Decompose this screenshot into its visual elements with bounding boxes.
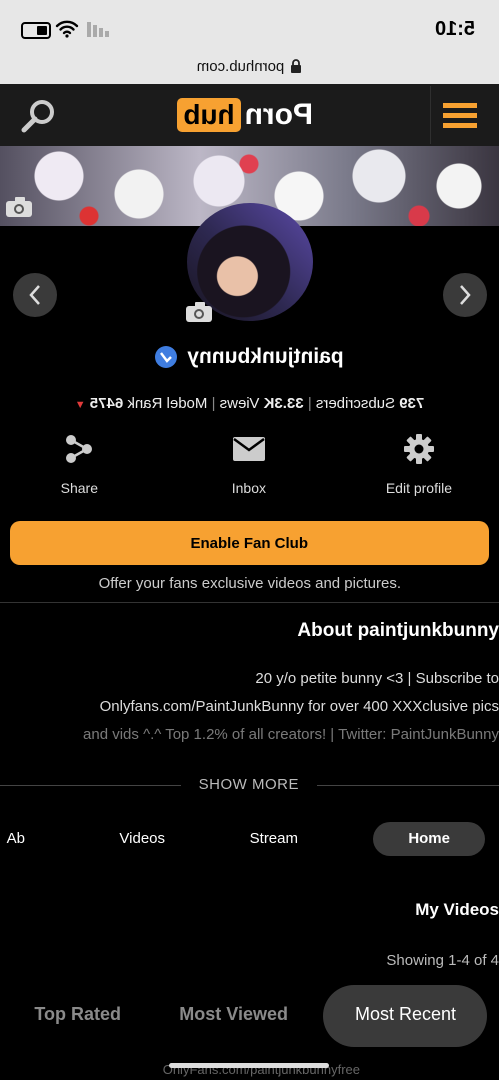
tab-about-label: Ab (6, 830, 25, 847)
menu-button[interactable] (430, 86, 489, 144)
model-rank: 6475 (89, 395, 124, 412)
about-line: 20 y/o petite bunny <3 | Subscribe to (13, 670, 499, 687)
about-line-text: Onlyfans.com/PaintJunkBunny for over 400… (99, 698, 499, 715)
inbox-button[interactable]: Inbox (189, 430, 309, 496)
home-indicator (169, 1063, 329, 1068)
rank-label: Model Rank (127, 395, 208, 412)
camera-icon[interactable] (5, 196, 33, 218)
section-divider (0, 602, 499, 603)
views-label: Views (219, 395, 260, 412)
about-line: Onlyfans.com/PaintJunkBunny for over 400… (13, 698, 499, 715)
tab-videos[interactable]: Videos (107, 830, 177, 847)
edit-profile-button[interactable]: Edit profile (359, 430, 479, 496)
sort-top-rated-label: Top Rated (34, 1004, 122, 1024)
fan-club-caption-text: Offer your fans exclusive videos and pic… (98, 575, 401, 592)
tab-home-label-wrap: Home (373, 830, 485, 847)
show-more-divider (317, 785, 499, 786)
my-videos-heading-text: My Videos (415, 900, 499, 919)
signal-icon (87, 22, 109, 37)
chevron-right-icon (29, 285, 40, 305)
envelope-icon (233, 437, 265, 461)
sort-most-viewed-label: Most Viewed (179, 1004, 289, 1024)
tab-stream[interactable]: Stream (239, 830, 309, 847)
rank-down-icon: ▼ (74, 399, 86, 411)
username: paintjunkbunny (187, 345, 344, 368)
next-profile-button[interactable] (13, 273, 57, 317)
sort-most-recent-label: Most Recent (354, 1004, 456, 1024)
my-videos-heading: My Videos (13, 900, 499, 920)
logo-text-left: Porn (244, 98, 313, 131)
sort-top-rated[interactable]: Top Rated (23, 1004, 133, 1025)
subscribers-count: 739 (399, 395, 425, 412)
videos-count-text: Showing 1-4 of 4 (386, 952, 499, 969)
tab-stream-label: Stream (249, 830, 299, 847)
sort-most-recent-label-wrap: Most Recent (323, 1004, 487, 1025)
hamburger-icon (443, 102, 477, 128)
site-header: Porn hub (0, 84, 499, 147)
profile-stats: 739 Subscribers | 33.3K Views | Model Ra… (0, 395, 499, 412)
show-more-label: SHOW MORE (198, 776, 300, 793)
stats-divider: | (207, 395, 216, 412)
sort-most-viewed[interactable]: Most Viewed (169, 1004, 299, 1025)
url-text: pornhub.com (196, 57, 285, 75)
show-more-button[interactable]: SHOW MORE (181, 776, 317, 793)
verified-icon (155, 346, 178, 368)
gear-icon (404, 434, 434, 464)
stats-divider: | (303, 395, 312, 412)
status-bar: 5:10 (0, 0, 499, 48)
search-icon[interactable] (21, 98, 57, 134)
address-bar[interactable]: pornhub.com (0, 48, 499, 84)
about-line-text: 20 y/o petite bunny <3 | Subscribe to (255, 670, 499, 687)
tab-videos-label: Videos (119, 830, 165, 847)
avatar-camera-icon[interactable] (185, 301, 213, 323)
fan-club-caption: Offer your fans exclusive videos and pic… (0, 575, 499, 592)
enable-fan-club-label: Enable Fan Club (190, 534, 309, 552)
profile-name-row: paintjunkbunny (0, 345, 499, 369)
inbox-label: Inbox (231, 480, 267, 496)
share-button[interactable]: Share (19, 430, 139, 496)
previous-profile-button[interactable] (443, 273, 487, 317)
about-line-text: and vids ^.^ Top 1.2% of all creators! |… (83, 726, 499, 743)
share-label: Share (60, 480, 98, 496)
views-count: 33.3K (263, 395, 304, 412)
subscribers-label: Subscribers (315, 395, 396, 412)
battery-icon (21, 22, 51, 39)
wifi-icon (55, 20, 79, 38)
tab-about[interactable]: Ab (0, 830, 25, 847)
lock-icon (291, 59, 302, 73)
tab-home-label: Home (408, 830, 450, 847)
chevron-left-icon (460, 285, 471, 305)
about-heading-text: About paintjunkbunny (297, 620, 499, 641)
show-more-divider (0, 785, 181, 786)
videos-count: Showing 1-4 of 4 (13, 952, 499, 969)
share-icon (66, 435, 92, 463)
about-line: and vids ^.^ Top 1.2% of all creators! |… (13, 726, 499, 743)
edit-profile-label: Edit profile (385, 480, 453, 496)
status-time: 5:10 (434, 18, 475, 40)
enable-fan-club-button[interactable]: Enable Fan Club (10, 521, 489, 565)
site-logo[interactable]: Porn hub (177, 96, 313, 134)
about-heading: About paintjunkbunny (13, 620, 499, 642)
logo-text-right: hub (177, 98, 241, 132)
